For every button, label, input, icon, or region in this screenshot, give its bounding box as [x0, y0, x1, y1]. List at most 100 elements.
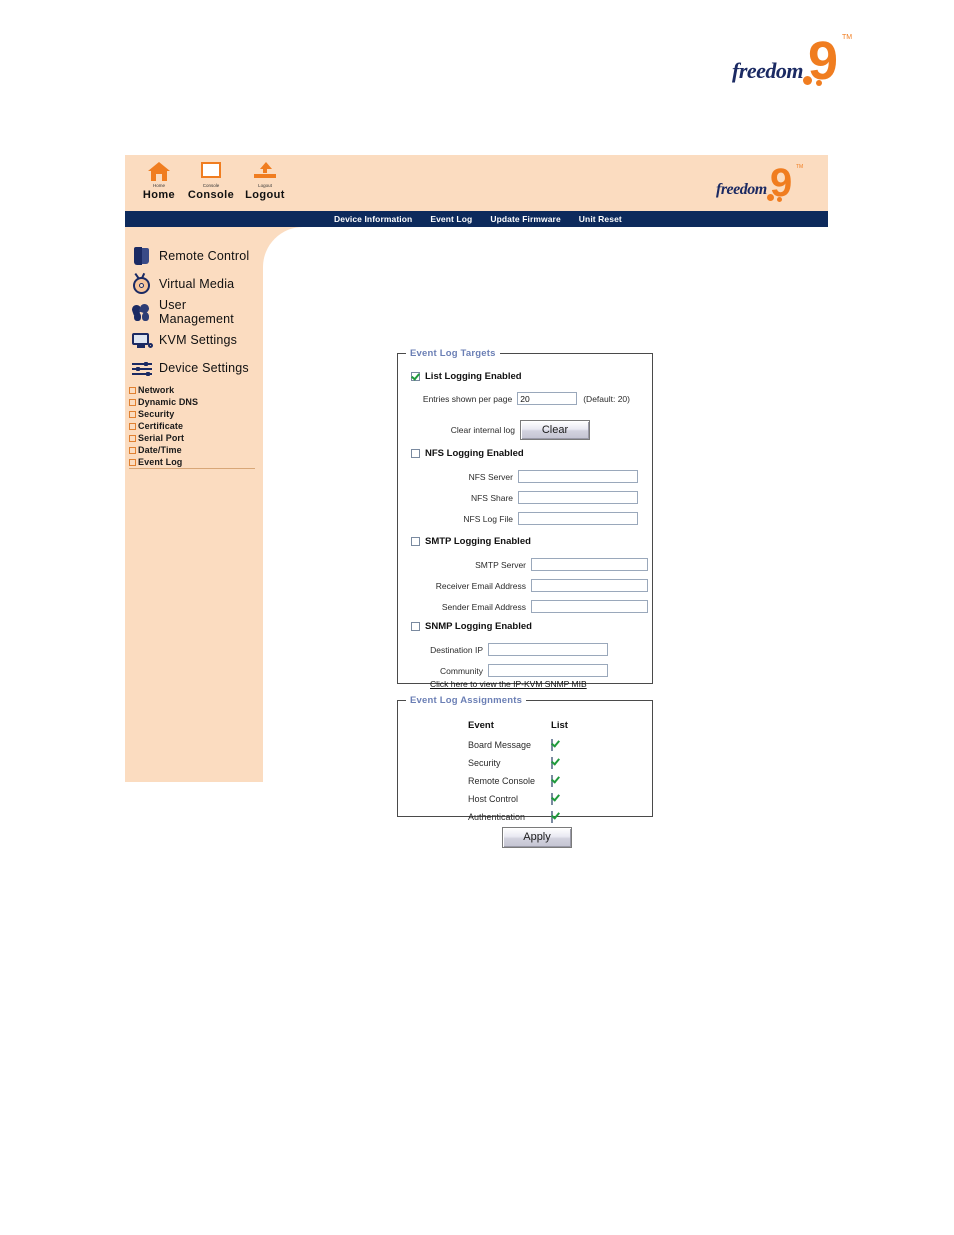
nav-item-device-information[interactable]: Device Information	[334, 214, 412, 224]
sidebar-item-user-management[interactable]: User Management	[130, 298, 263, 326]
event-log-targets-legend: Event Log Targets	[410, 348, 496, 359]
clear-internal-log-row: Clear internal log	[398, 422, 520, 437]
list-logging-enabled-checkbox[interactable]	[411, 372, 420, 381]
logo-numeral: 9	[808, 31, 839, 91]
table-row: Host Control	[468, 790, 568, 808]
users-icon	[130, 301, 153, 323]
sidebar-item-virtual-media[interactable]: Virtual Media	[131, 271, 234, 297]
bullet-icon	[129, 434, 136, 442]
apply-button[interactable]: Apply	[502, 827, 572, 848]
nav-item-event-log[interactable]: Event Log	[430, 214, 472, 224]
assignment-checkbox-board-message[interactable]	[551, 739, 554, 751]
column-header-list: List	[551, 719, 568, 731]
toolbar-label-console: Console	[187, 189, 235, 201]
nfs-logging-enabled-checkbox[interactable]	[411, 449, 420, 458]
logo-wordmark: freedom	[732, 58, 804, 83]
sidebar-sublabel-event-log: Event Log	[138, 457, 183, 467]
logout-arrow-icon: Logout	[250, 160, 280, 188]
assignment-checkbox-security[interactable]	[551, 757, 554, 769]
house-icon: Home	[144, 160, 174, 188]
smtp-server-row: SMTP Server	[398, 557, 648, 572]
nfs-log-file-label: NFS Log File	[463, 513, 513, 524]
sidebar-item-device-settings[interactable]: Device Settings	[131, 355, 249, 381]
table-row: Board Message	[468, 736, 568, 754]
toolbar-label-home: Home	[142, 189, 176, 201]
nfs-log-file-input[interactable]	[518, 512, 638, 525]
smtp-server-input[interactable]	[531, 558, 648, 571]
community-input[interactable]	[488, 664, 608, 677]
console-icon-sublabel: Console	[202, 183, 220, 188]
entries-per-page-input[interactable]	[517, 392, 578, 405]
nfs-server-input[interactable]	[518, 470, 638, 483]
sidebar-sublink-dynamic-dns[interactable]: Dynamic DNS	[129, 396, 198, 408]
assignments-table: Event List Board Message Security Remote…	[468, 718, 568, 826]
application-frame: Home Home Console Console Logout Logout …	[125, 155, 828, 848]
destination-ip-input[interactable]	[488, 643, 608, 656]
nfs-logging-enabled-row[interactable]: NFS Logging Enabled	[411, 448, 524, 459]
bullet-icon	[129, 398, 136, 406]
sidebar-sublink-date-time[interactable]: Date/Time	[129, 444, 182, 456]
assignment-checkbox-remote-console[interactable]	[551, 775, 554, 787]
assignment-event-security: Security	[468, 758, 501, 768]
sidebar: Remote Control Virtual Media User Manage…	[125, 227, 263, 782]
event-log-assignments-legend: Event Log Assignments	[410, 695, 523, 706]
nfs-server-row: NFS Server	[398, 469, 646, 484]
sidebar-item-kvm-settings[interactable]: KVM Settings	[131, 327, 237, 353]
clear-internal-log-label: Clear internal log	[450, 424, 515, 435]
toolbar-button-logout[interactable]: Logout Logout	[239, 160, 291, 201]
clear-button[interactable]: Clear	[520, 420, 590, 440]
smtp-logging-enabled-label: SMTP Logging Enabled	[425, 536, 531, 547]
receiver-email-input[interactable]	[531, 579, 648, 592]
destination-ip-label: Destination IP	[430, 644, 483, 655]
toolbar-label-logout: Logout	[245, 189, 285, 201]
nfs-log-file-row: NFS Log File	[398, 511, 646, 526]
sidebar-label-kvm-settings: KVM Settings	[159, 333, 238, 347]
logo-trademark: TM	[842, 34, 853, 41]
entries-per-page-label: Entries shown per page	[422, 393, 513, 404]
assignment-event-authentication: Authentication	[468, 812, 526, 822]
header-logo-dot-2	[777, 197, 782, 202]
logo-dot-1	[803, 76, 812, 85]
sidebar-divider	[129, 468, 255, 469]
nfs-share-label: NFS Share	[470, 492, 513, 503]
toolbar-button-home[interactable]: Home Home	[135, 160, 183, 201]
smtp-logging-enabled-checkbox[interactable]	[411, 537, 420, 546]
entries-per-page-hint: (Default: 20)	[583, 393, 630, 404]
assignment-checkbox-authentication[interactable]	[551, 811, 554, 823]
sidebar-sublabel-date-time: Date/Time	[138, 445, 182, 455]
column-header-event: Event	[468, 719, 494, 731]
nav-item-unit-reset[interactable]: Unit Reset	[579, 214, 622, 224]
sidebar-sublink-network[interactable]: Network	[129, 384, 174, 396]
assignment-checkbox-host-control[interactable]	[551, 793, 554, 805]
nfs-logging-enabled-label: NFS Logging Enabled	[425, 448, 524, 459]
receiver-email-label: Receiver Email Address	[435, 580, 526, 591]
destination-ip-row: Destination IP	[398, 642, 610, 657]
snmp-logging-enabled-checkbox[interactable]	[411, 622, 420, 631]
page-logo: freedom 9 TM	[732, 32, 852, 88]
snmp-logging-enabled-row[interactable]: SNMP Logging Enabled	[411, 621, 532, 632]
sidebar-sublink-certificate[interactable]: Certificate	[129, 420, 183, 432]
bullet-icon	[129, 410, 136, 418]
sidebar-sublink-security[interactable]: Security	[129, 408, 174, 420]
header-logo-wordmark: freedom	[716, 181, 767, 198]
list-logging-enabled-row[interactable]: List Logging Enabled	[411, 371, 522, 382]
bullet-icon	[129, 386, 136, 394]
receiver-email-row: Receiver Email Address	[398, 578, 648, 593]
toolbar-button-console[interactable]: Console Console	[183, 160, 239, 201]
community-row: Community	[398, 663, 610, 678]
disc-icon	[131, 272, 153, 295]
nav-item-update-firmware[interactable]: Update Firmware	[490, 214, 560, 224]
bullet-icon	[129, 446, 136, 454]
sidebar-sublink-event-log[interactable]: Event Log	[129, 456, 182, 468]
sidebar-sublink-serial-port[interactable]: Serial Port	[129, 432, 184, 444]
sidebar-item-remote-control[interactable]: Remote Control	[131, 243, 249, 269]
smtp-server-label: SMTP Server	[475, 559, 526, 570]
snmp-mib-link[interactable]: Click here to view the IP-KVM SNMP MIB	[430, 679, 587, 689]
logo-dot-2	[816, 80, 822, 86]
header-logo-dot-1	[767, 194, 774, 201]
nfs-share-input[interactable]	[518, 491, 638, 504]
sender-email-input[interactable]	[531, 600, 648, 613]
event-log-targets-panel: Event Log Targets List Logging Enabled E…	[397, 348, 653, 689]
smtp-logging-enabled-row[interactable]: SMTP Logging Enabled	[411, 536, 531, 547]
sidebar-label-device-settings: Device Settings	[159, 361, 249, 375]
